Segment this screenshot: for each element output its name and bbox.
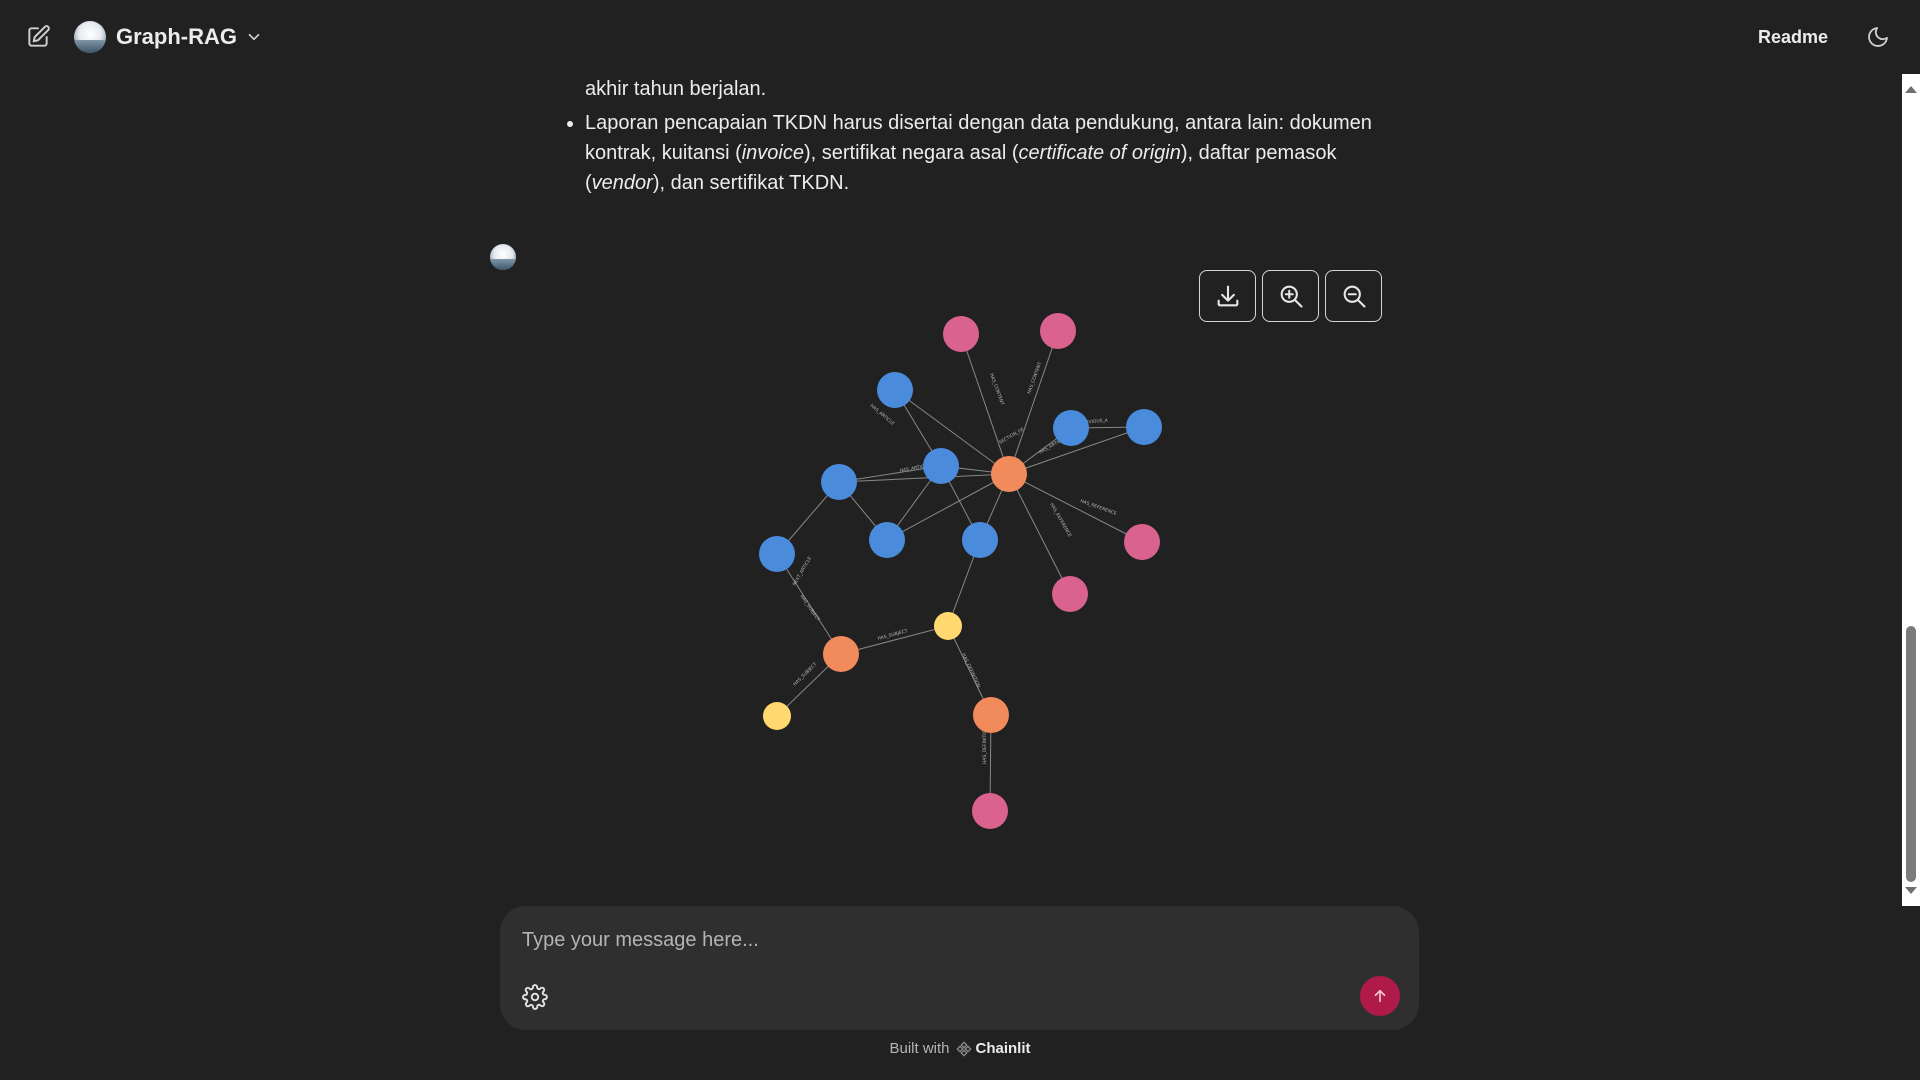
graph-edges xyxy=(776,330,1145,812)
footer: Built with Chainlit xyxy=(0,1040,1920,1057)
settings-button[interactable] xyxy=(520,982,550,1012)
zoom-in-icon xyxy=(1280,285,1303,308)
readme-button[interactable]: Readme xyxy=(1758,27,1828,48)
edge-label: HAS_REFERENCE xyxy=(1048,502,1072,538)
graph-node-blue[interactable] xyxy=(1126,409,1162,445)
graph-edge xyxy=(1008,330,1059,475)
edge-label: HAS_CONTENT xyxy=(988,373,1005,407)
graph-node-blue[interactable] xyxy=(877,372,913,408)
graph-toolbar xyxy=(1199,270,1382,322)
chevron-down-icon xyxy=(245,28,263,46)
graph-node-pink[interactable] xyxy=(972,793,1008,829)
graph-node-pink[interactable] xyxy=(1040,313,1076,349)
graph-node-orange[interactable] xyxy=(991,456,1027,492)
new-chat-icon[interactable] xyxy=(24,23,52,51)
message-input[interactable] xyxy=(520,920,1380,960)
edge-label: HAS_SUBJECT xyxy=(798,594,821,623)
messages-container[interactable]: akhir tahun berjalan. Laporan pencapaian… xyxy=(0,74,1920,906)
knowledge-graph[interactable]: HAS_ARTICLE SECTION_OF HAS_ARTICLE PREVI… xyxy=(0,74,1920,906)
theme-toggle-moon-icon[interactable] xyxy=(1864,23,1892,51)
edge-label: HAS_SUBJECT xyxy=(792,661,818,687)
chainlit-link[interactable]: Chainlit xyxy=(955,1040,1031,1057)
built-with-text: Built with xyxy=(889,1040,950,1057)
graph-node-blue[interactable] xyxy=(1053,410,1089,446)
graph-node-pink[interactable] xyxy=(1124,524,1160,560)
scrollbar[interactable] xyxy=(1902,74,1920,906)
graph-node-blue[interactable] xyxy=(962,522,998,558)
edge-label: HAS_DEFINITION xyxy=(960,652,981,689)
edge-label: HAS_SUBJECT xyxy=(877,628,909,642)
graph-node-blue[interactable] xyxy=(869,522,905,558)
send-button[interactable] xyxy=(1360,976,1400,1016)
app-logo xyxy=(74,21,106,53)
graph-node-yellow[interactable] xyxy=(763,702,791,730)
message-composer xyxy=(500,906,1419,1030)
zoom-out-button[interactable] xyxy=(1325,270,1382,322)
graph-node-blue[interactable] xyxy=(759,536,795,572)
chainlit-label: Chainlit xyxy=(975,1040,1031,1057)
edge-label: HAS_REFERENCE xyxy=(1079,498,1117,517)
graph-edge xyxy=(1008,473,1143,543)
graph-node-pink[interactable] xyxy=(1052,576,1088,612)
scroll-down-arrow-icon[interactable] xyxy=(1905,887,1917,894)
arrow-up-icon xyxy=(1374,989,1386,1003)
gear-icon xyxy=(522,984,548,1010)
top-bar: Graph-RAG Readme xyxy=(0,0,1920,74)
zoom-in-button[interactable] xyxy=(1262,270,1319,322)
graph-node-pink[interactable] xyxy=(943,316,979,352)
download-button[interactable] xyxy=(1199,270,1256,322)
graph-node-blue[interactable] xyxy=(923,448,959,484)
graph-node-blue[interactable] xyxy=(821,464,857,500)
graph-node-orange[interactable] xyxy=(823,636,859,672)
graph-node-yellow[interactable] xyxy=(934,612,962,640)
chat-profile-selector[interactable]: Graph-RAG xyxy=(74,21,263,53)
app-title: Graph-RAG xyxy=(116,24,237,49)
scrollbar-thumb[interactable] xyxy=(1906,626,1916,882)
chainlit-logo-icon xyxy=(955,1040,972,1057)
graph-nodes[interactable] xyxy=(759,313,1162,829)
edge-label: NEXT_ARTICLE xyxy=(792,556,814,587)
scroll-up-arrow-icon[interactable] xyxy=(1905,86,1917,93)
graph-edge xyxy=(1008,473,1071,595)
edge-label: HAS_CONTENT xyxy=(1026,361,1043,395)
graph-node-orange[interactable] xyxy=(973,697,1009,733)
zoom-out-icon xyxy=(1343,285,1366,308)
download-icon xyxy=(1217,285,1238,307)
